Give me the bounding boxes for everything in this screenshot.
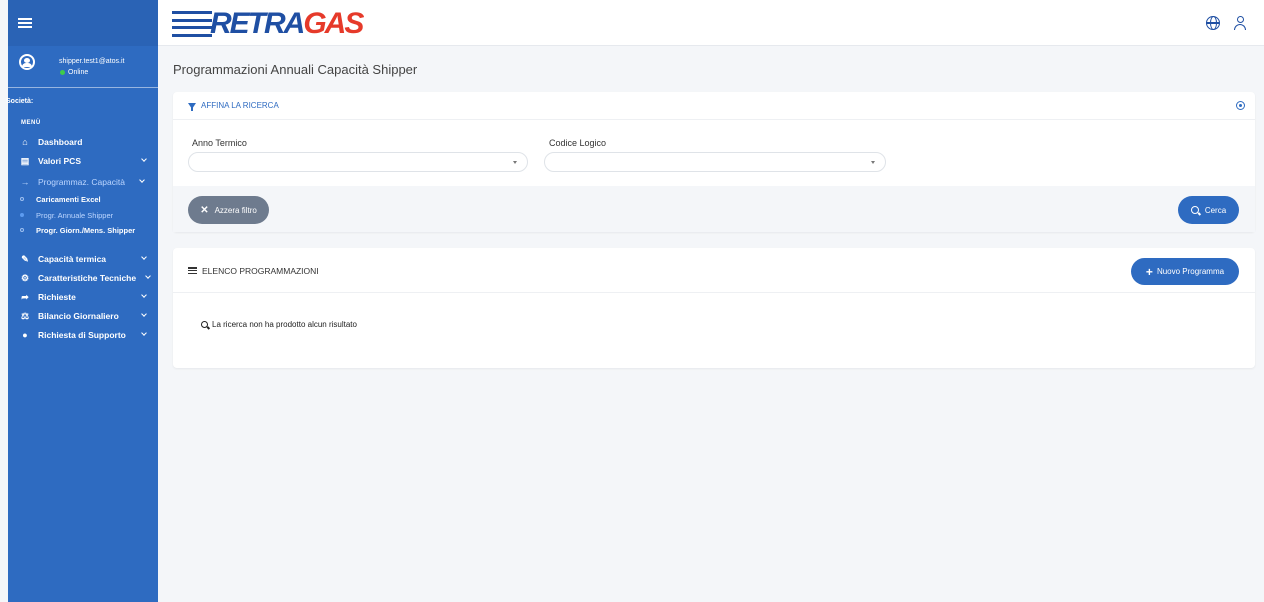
anno-termico-label: Anno Termico (192, 138, 247, 148)
new-program-button[interactable]: + Nuovo Programma (1131, 258, 1239, 285)
circle-icon (20, 213, 24, 217)
sidebar-item-label: Dashboard (38, 137, 83, 147)
list-card: ELENCO PROGRAMMAZIONI + Nuovo Programma … (173, 248, 1255, 368)
user-panel: shipper.test1@atos.it Online (8, 46, 158, 88)
codice-logico-label: Codice Logico (549, 138, 607, 148)
expand-circle-icon[interactable] (1236, 101, 1245, 110)
sidebar-item-label: Richieste (38, 292, 76, 302)
chevron-down-icon (145, 273, 151, 279)
user-icon[interactable] (1233, 16, 1247, 30)
logo-text-retra: RETRA (210, 7, 305, 40)
sidebar-top (8, 0, 158, 46)
hamburger-menu-icon[interactable] (18, 18, 32, 28)
search-label: Cerca (1204, 205, 1227, 215)
sidebar-item-richieste[interactable]: ➦ Richieste (8, 289, 158, 305)
caret-down-icon (513, 161, 517, 164)
sidebar-item-bilancio-giornaliero[interactable]: ⚖ Bilancio Giornaliero (8, 308, 158, 324)
circle-icon (20, 197, 24, 201)
sidebar-item-capacita-termica[interactable]: ✎ Capacità termica (8, 251, 158, 267)
sidebar-item-label: Caratteristiche Tecniche (38, 273, 137, 283)
filter-card: AFFINA LA RICERCA Anno Termico Codice Lo… (173, 92, 1255, 232)
balance-icon: ⚖ (20, 310, 30, 321)
sidebar-item-richiesta-supporto[interactable]: ● Richiesta di Supporto (8, 327, 158, 343)
filter-card-header[interactable]: AFFINA LA RICERCA (173, 92, 1255, 120)
sidebar-item-valori-pcs[interactable]: ▤ Valori PCS (8, 153, 158, 169)
sidebar-item-label: Capacità termica (38, 254, 107, 264)
gears-icon: ⚙ (20, 272, 30, 283)
reset-filter-label: Azzera filtro (214, 205, 257, 215)
search-icon (201, 321, 208, 328)
empty-result-text: La ricerca non ha prodotto alcun risulta… (212, 320, 357, 329)
circle-icon (20, 228, 24, 232)
sidebar-item-label: Bilancio Giornaliero (38, 311, 119, 321)
home-icon: ⌂ (22, 137, 28, 147)
online-dot-icon (60, 70, 65, 75)
sidebar: shipper.test1@atos.it Online Società: ME… (6, 0, 158, 602)
user-email: shipper.test1@atos.it (59, 58, 125, 65)
sidebar-subitem-label: Progr. Annuale Shipper (36, 210, 114, 220)
sign-in-icon: → (20, 177, 30, 187)
sidebar-subitem-progr-giorn-mens-shipper[interactable]: Progr. Giorn./Mens. Shipper (8, 223, 158, 237)
user-status-label: Online (68, 69, 89, 76)
logo-bars-icon (172, 11, 212, 37)
chevron-down-icon (141, 311, 147, 317)
top-header: RETRA GAS (158, 0, 1264, 46)
search-button[interactable]: Cerca (1178, 196, 1239, 224)
chevron-down-icon (141, 292, 147, 298)
user-status: Online (60, 69, 88, 76)
list-title: ELENCO PROGRAMMAZIONI (202, 266, 319, 276)
empty-result-message: La ricerca non ha prodotto alcun risulta… (201, 320, 357, 329)
search-icon (1190, 206, 1199, 214)
societa-label: Società: (6, 98, 34, 105)
pencil-icon: ✎ (21, 253, 29, 264)
share-icon: ➦ (21, 291, 29, 302)
document-icon: ▤ (20, 155, 30, 166)
chevron-down-icon (141, 330, 147, 336)
chevron-down-icon (141, 156, 147, 162)
sidebar-subitem-label: Caricamenti Excel (36, 194, 101, 204)
list-card-header: ELENCO PROGRAMMAZIONI + Nuovo Programma (173, 248, 1255, 293)
logo-text-gas: GAS (303, 7, 364, 40)
sidebar-subitem-caricamenti-excel[interactable]: Caricamenti Excel (8, 192, 158, 206)
chevron-down-icon (141, 254, 147, 260)
new-program-label: Nuovo Programma (1156, 267, 1225, 276)
sidebar-item-dashboard[interactable]: ⌂ Dashboard (8, 134, 158, 150)
info-icon: ● (22, 330, 28, 340)
sidebar-item-label: Programmaz. Capacità (38, 177, 125, 187)
close-icon: ✕ (200, 204, 209, 216)
filter-title: AFFINA LA RICERCA (201, 101, 279, 110)
page-title: Programmazioni Annuali Capacità Shipper (173, 62, 418, 77)
chevron-down-icon (139, 177, 145, 183)
sidebar-item-label: Richiesta di Supporto (38, 330, 126, 340)
filter-card-footer (173, 186, 1255, 232)
codice-logico-select[interactable] (544, 152, 886, 172)
retragas-logo[interactable]: RETRA GAS (172, 7, 364, 40)
globe-icon[interactable] (1206, 16, 1220, 30)
filter-icon (188, 103, 196, 111)
plus-icon: + (1145, 264, 1153, 279)
user-circle-icon (19, 54, 35, 70)
sidebar-subitem-label: Progr. Giorn./Mens. Shipper (36, 225, 136, 235)
menu-label: MENÙ (21, 120, 41, 126)
anno-termico-select[interactable] (188, 152, 528, 172)
sidebar-item-programmaz-capacita[interactable]: → Programmaz. Capacità (8, 174, 158, 190)
caret-down-icon (871, 161, 875, 164)
sidebar-item-label: Valori PCS (38, 156, 81, 166)
list-icon (188, 267, 197, 274)
reset-filter-button[interactable]: ✕ Azzera filtro (188, 196, 269, 224)
sidebar-subitem-progr-annuale-shipper[interactable]: Progr. Annuale Shipper (8, 208, 158, 222)
sidebar-item-caratteristiche-tecniche[interactable]: ⚙ Caratteristiche Tecniche (8, 270, 158, 286)
